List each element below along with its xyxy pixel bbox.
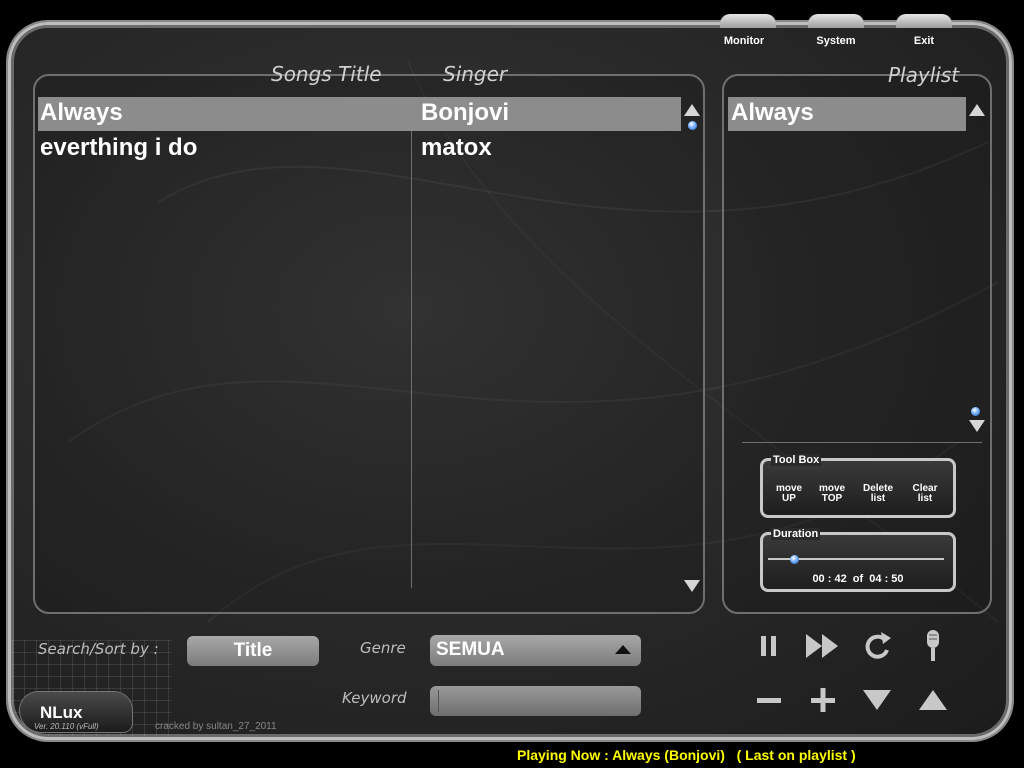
repeat-icon[interactable] [857, 626, 897, 666]
fast-forward-icon[interactable] [802, 626, 842, 666]
song-title: Always [40, 99, 123, 126]
song-singer: matox [421, 134, 492, 161]
duration-time: 00 : 42 of 04 : 50 [812, 573, 904, 585]
exit-button[interactable]: Exit [904, 35, 944, 47]
playlist-header: Playlist [888, 63, 960, 87]
app-logo: NLux [40, 703, 83, 722]
move-up-label-2: UP [782, 493, 796, 504]
songs-scroll-thumb[interactable] [688, 121, 697, 130]
exit-tab-cap [896, 14, 952, 28]
keyword-input[interactable] [430, 686, 641, 716]
delete-list-label-2: list [870, 493, 886, 504]
sort-by-button[interactable]: Title [187, 636, 319, 666]
song-title: everthing i do [40, 134, 198, 161]
now-playing-status: Playing Now : Always (Bonjovi) ( Last on… [517, 747, 856, 763]
move-up-button[interactable]: move UP [770, 484, 808, 504]
singer-header: Singer [443, 62, 508, 86]
search-sort-label: Search/Sort by : [38, 640, 159, 658]
text-cursor [438, 690, 439, 712]
duration-slider-thumb[interactable] [789, 555, 799, 564]
system-tab-cap [808, 14, 864, 28]
monitor-tab-cap [720, 14, 776, 28]
plus-icon[interactable] [803, 680, 843, 720]
playlist-item[interactable]: Always [731, 99, 814, 127]
clear-list-button[interactable]: Clear list [905, 484, 945, 504]
pause-icon[interactable] [749, 626, 789, 666]
down-arrow-icon[interactable] [857, 680, 897, 720]
minus-icon[interactable] [749, 680, 789, 720]
songs-title-header: Songs Title [271, 62, 382, 86]
delete-list-button[interactable]: Delete list [857, 484, 899, 504]
playlist-scroll-up-icon[interactable] [969, 104, 985, 116]
songs-scroll-down-icon[interactable] [684, 580, 700, 592]
genre-label: Genre [360, 639, 406, 657]
genre-select[interactable]: SEMUA [430, 635, 641, 666]
playlist-scroll-thumb[interactable] [971, 407, 980, 416]
dropdown-arrow-icon [615, 645, 631, 654]
keyword-label: Keyword [342, 689, 407, 707]
column-divider [411, 98, 412, 588]
song-singer: Bonjovi [421, 99, 509, 126]
playlist-divider [742, 442, 982, 443]
cracked-text: cracked by sultan_27_2011 [155, 721, 277, 732]
songs-scroll-up-icon[interactable] [684, 104, 700, 116]
toolbox-label: Tool Box [771, 454, 822, 466]
monitor-button[interactable]: Monitor [718, 35, 770, 47]
duration-label: Duration [771, 528, 821, 540]
move-top-label-2: TOP [821, 493, 843, 504]
microphone-icon[interactable] [913, 626, 953, 666]
up-arrow-icon[interactable] [913, 680, 953, 720]
move-top-button[interactable]: move TOP [813, 484, 851, 504]
genre-value: SEMUA [436, 639, 505, 660]
version-text: Ver. 20.110 (vFull) [34, 722, 99, 731]
clear-list-label-2: list [917, 493, 933, 504]
system-button[interactable]: System [806, 35, 866, 47]
song-row-selected-highlight [38, 97, 681, 131]
playlist-scroll-down-icon[interactable] [969, 420, 985, 432]
